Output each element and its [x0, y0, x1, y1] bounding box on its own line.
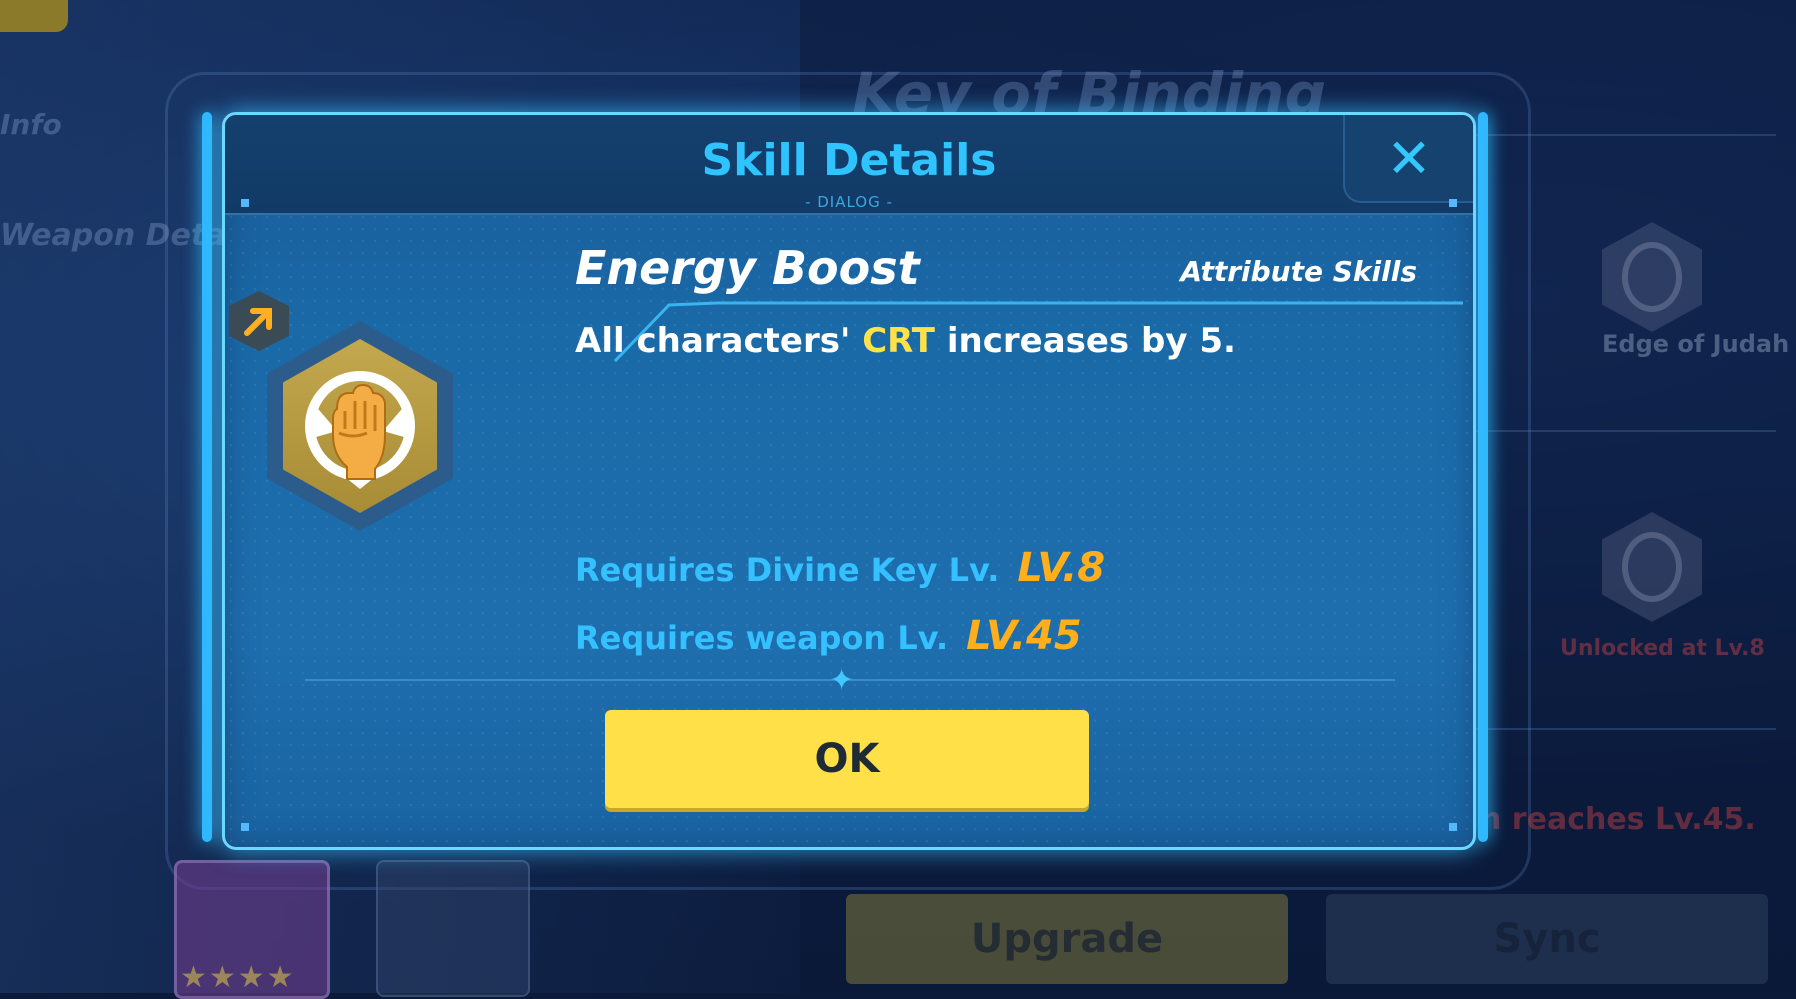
- corner-marker: [241, 823, 249, 831]
- close-icon: ✕: [1386, 126, 1432, 190]
- dialog-title: Skill Details: [701, 135, 997, 186]
- close-button[interactable]: ✕: [1343, 115, 1473, 203]
- requirement-level: LV.8: [1017, 545, 1106, 591]
- background-unlock-text: Unlocked at Lv.8: [1560, 636, 1765, 661]
- requirement-level: LV.45: [966, 613, 1082, 659]
- requirement-label: Requires Divine Key Lv.: [575, 551, 1000, 589]
- background-condition-text: n reaches Lv.45.: [1480, 802, 1756, 837]
- divider-star-icon: ✦: [829, 663, 855, 698]
- requirement-label: Requires weapon Lv.: [575, 619, 949, 657]
- skill-name: Energy Boost: [575, 241, 920, 295]
- corner-marker: [1449, 823, 1457, 831]
- background-top-tab: [0, 0, 68, 32]
- corner-marker: [1449, 199, 1457, 207]
- background-info-tab: Info: [0, 108, 62, 141]
- corner-marker: [241, 199, 249, 207]
- background-upgrade-button: Upgrade: [846, 894, 1288, 984]
- skill-description: All characters' CRT increases by 5.: [575, 321, 1236, 361]
- skill-details-dialog: Skill Details - DIALOG - ✕ Energy Boost …: [222, 112, 1476, 850]
- requirement-divine-key: Requires Divine Key Lv. LV.8: [575, 545, 1105, 591]
- background-weapon-slot: [376, 860, 530, 997]
- background-sync-button: Sync: [1326, 894, 1768, 984]
- dialog-subtitle: - DIALOG -: [805, 193, 893, 211]
- dialog-glow-left: [202, 112, 212, 842]
- ok-button[interactable]: OK: [605, 710, 1089, 808]
- background-star-rating: ★★★★: [180, 960, 296, 995]
- description-prefix: All characters': [575, 321, 863, 361]
- stat-highlight: CRT: [862, 321, 936, 361]
- dialog-header: Skill Details - DIALOG - ✕: [225, 115, 1473, 215]
- requirement-weapon: Requires weapon Lv. LV.45: [575, 613, 1082, 659]
- dialog-glow-right: [1478, 112, 1488, 842]
- skill-type-label: Attribute Skills: [1180, 255, 1417, 288]
- background-skill-name: Edge of Judah II: [1602, 330, 1796, 358]
- description-suffix: increases by 5.: [935, 321, 1236, 361]
